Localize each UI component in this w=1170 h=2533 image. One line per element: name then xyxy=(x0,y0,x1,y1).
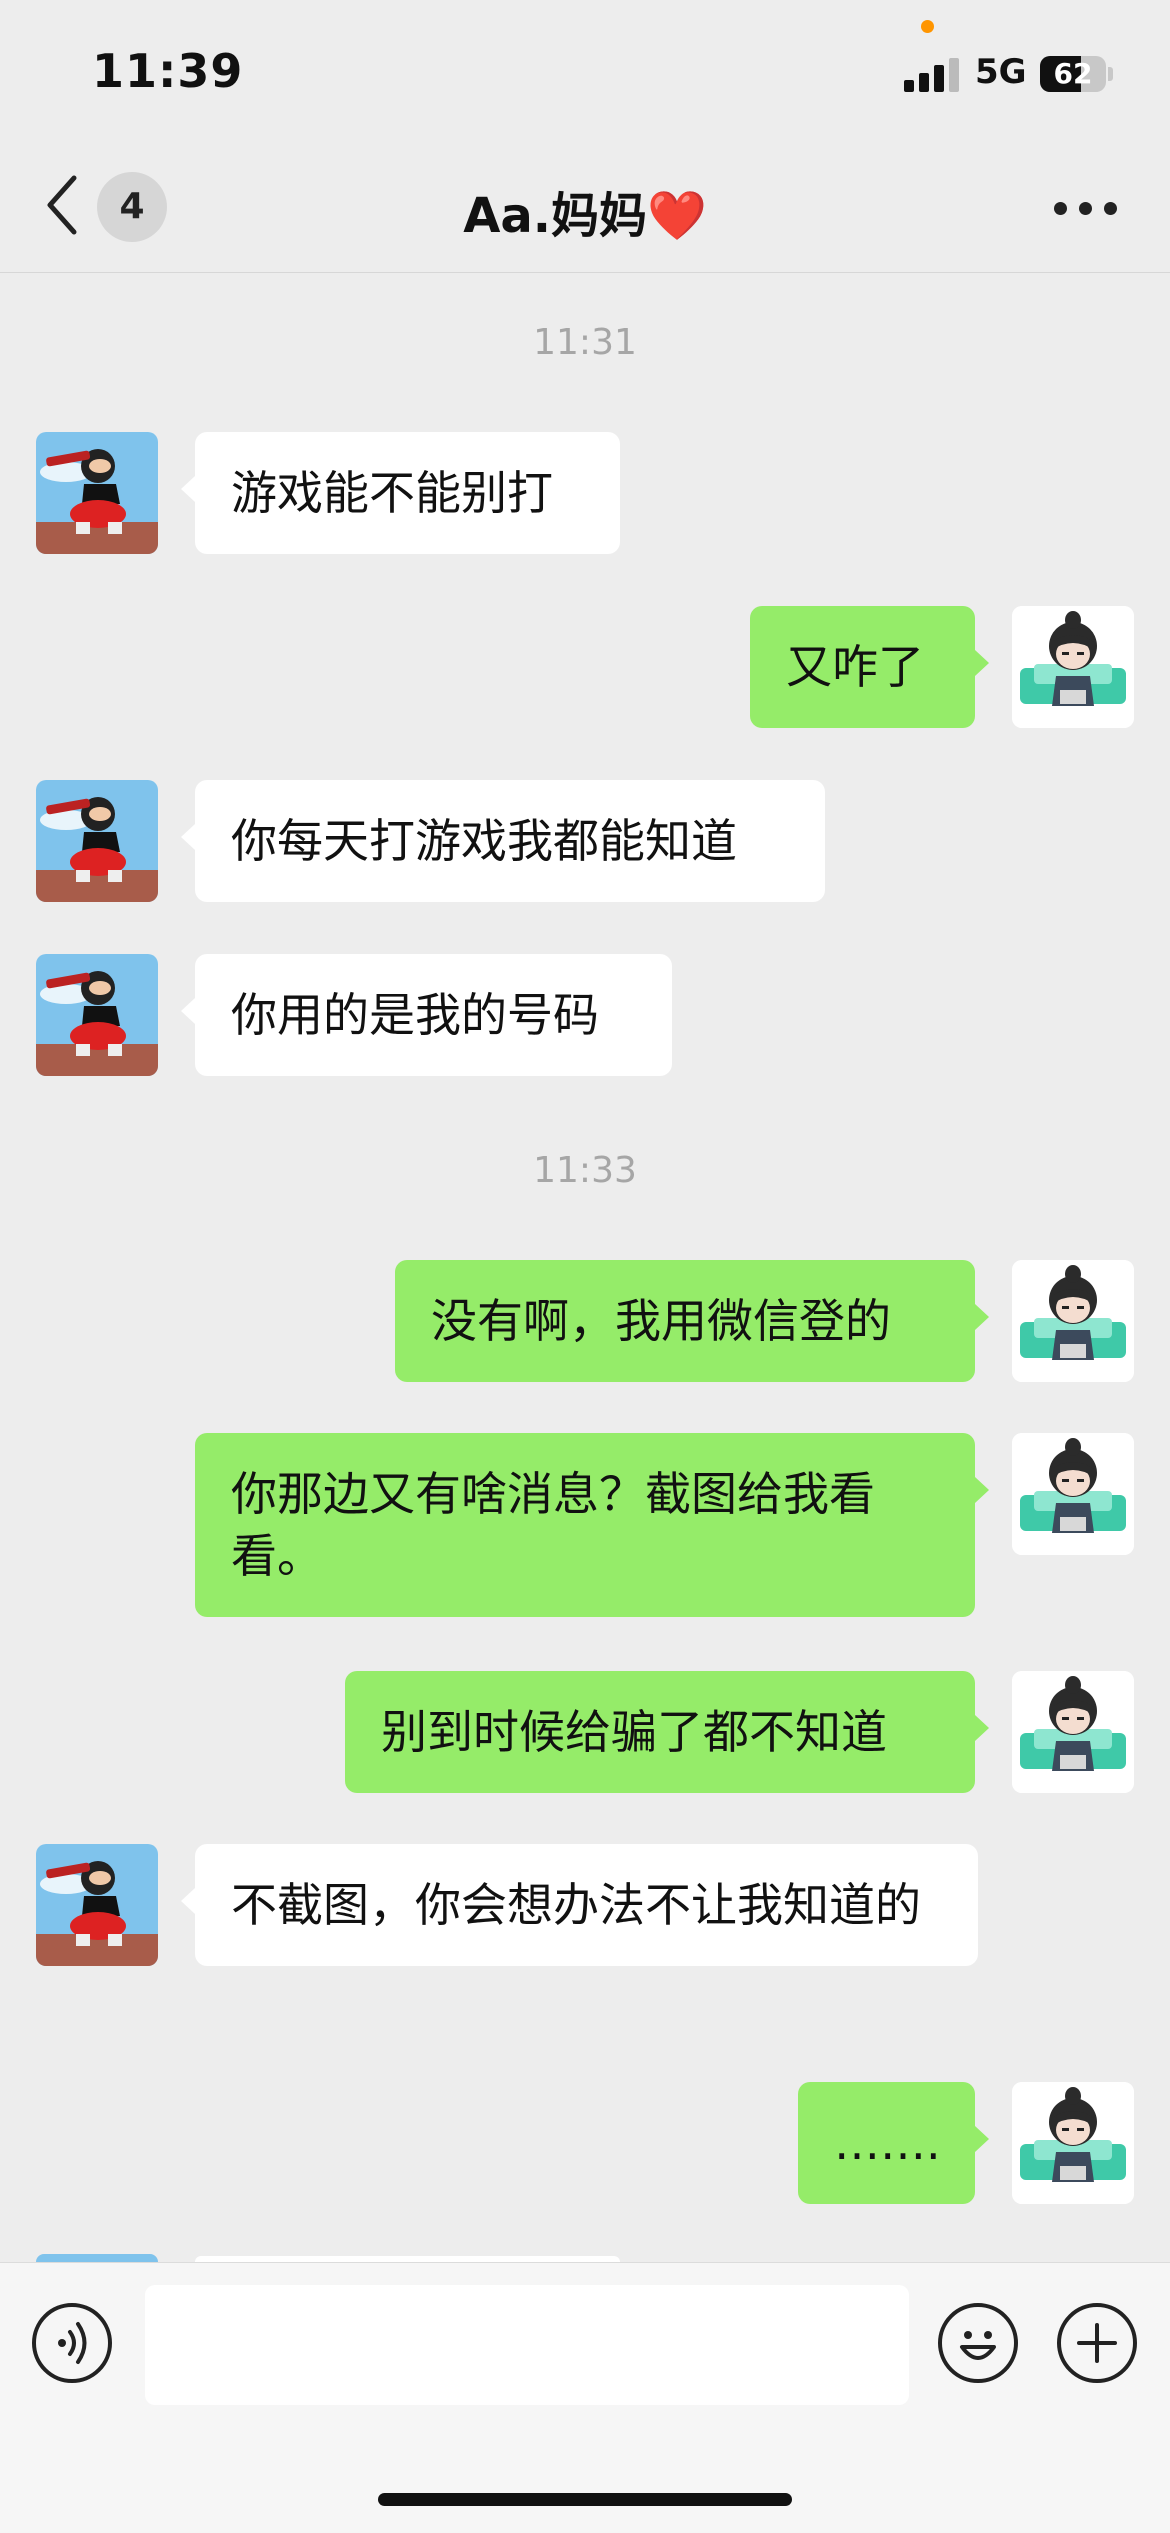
outgoing-message-bubble[interactable]: 你那边又有啥消息？截图给我看看。 xyxy=(195,1433,989,1617)
message-timestamp: 11:33 xyxy=(533,1150,637,1191)
my-avatar[interactable] xyxy=(1012,1433,1134,1555)
chat-title: Aa.妈妈❤️ xyxy=(463,188,707,244)
more-dots-icon xyxy=(1054,202,1067,215)
voice-button[interactable] xyxy=(32,2303,112,2383)
outgoing-message-bubble[interactable]: 没有啊，我用微信登的 xyxy=(395,1260,989,1382)
outgoing-message-bubble[interactable]: 别到时候给骗了都不知道 xyxy=(345,1671,989,1793)
more-button[interactable] xyxy=(1054,202,1118,216)
emoji-icon xyxy=(960,2331,996,2360)
outgoing-message-bubble[interactable]: ……. xyxy=(798,2082,989,2204)
plus-button[interactable] xyxy=(1057,2303,1137,2383)
status-time: 11:39 xyxy=(92,44,244,98)
home-indicator xyxy=(378,2493,792,2506)
contact-avatar[interactable] xyxy=(36,780,158,902)
my-avatar[interactable] xyxy=(1012,1671,1134,1793)
chevron-left-icon xyxy=(47,175,77,235)
incoming-message-bubble[interactable]: 你用的是我的号码 xyxy=(181,954,672,1076)
voice-icon xyxy=(58,2322,87,2364)
cellular-signal-icon xyxy=(904,58,962,92)
contact-avatar xyxy=(36,2254,158,2262)
emoji-button[interactable] xyxy=(938,2303,1018,2383)
contact-avatar[interactable] xyxy=(36,432,158,554)
contact-avatar[interactable] xyxy=(36,1844,158,1966)
battery-icon: 62 xyxy=(1040,56,1106,92)
outgoing-message-bubble[interactable]: 又咋了 xyxy=(750,606,989,728)
incoming-message-bubble[interactable]: 游戏能不能别打 xyxy=(181,432,620,554)
message-input[interactable] xyxy=(145,2285,909,2405)
my-avatar[interactable] xyxy=(1012,606,1134,728)
privacy-indicator-dot xyxy=(921,20,934,33)
status-bar: 11:39 5G 62 xyxy=(0,0,1170,150)
my-avatar[interactable] xyxy=(1012,2082,1134,2204)
message-timestamp: 11:31 xyxy=(533,322,637,363)
incoming-message-bubble[interactable]: 你每天打游戏我都能知道 xyxy=(181,780,825,902)
back-button[interactable] xyxy=(40,170,90,240)
my-avatar[interactable] xyxy=(1012,1260,1134,1382)
plus-icon xyxy=(1077,2323,1117,2363)
incoming-message-bubble[interactable]: 不截图，你会想办法不让我知道的 xyxy=(181,1844,978,1966)
battery-cap xyxy=(1108,67,1113,81)
battery-level: 62 xyxy=(1053,57,1093,90)
chat-header: 4 Aa.妈妈❤️ xyxy=(0,150,1170,273)
unread-count-badge[interactable]: 4 xyxy=(97,172,167,242)
network-type: 5G xyxy=(975,52,1027,92)
contact-avatar[interactable] xyxy=(36,954,158,1076)
